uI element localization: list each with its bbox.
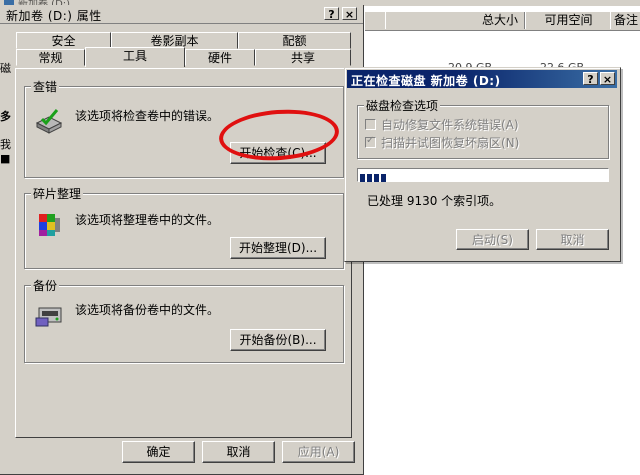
scan-bad-sectors-checkbox[interactable] <box>365 135 376 148</box>
edge-text: 多 <box>0 110 11 123</box>
edge-text: 我 <box>0 138 11 151</box>
properties-titlebar[interactable]: 新加卷 (D:) 属性 ? × <box>0 5 363 24</box>
disk-check-icon <box>35 109 63 134</box>
close-button[interactable]: × <box>342 7 357 21</box>
progress-block <box>374 174 379 182</box>
start-button[interactable]: 启动(S) <box>456 229 529 250</box>
check-help-button[interactable]: ? <box>583 72 598 86</box>
check-progress-fill <box>360 171 388 182</box>
check-disk-titlebar[interactable]: 正在检查磁盘 新加卷 (D:) ? × <box>347 70 617 88</box>
defrag-title: 碎片整理 <box>31 185 84 202</box>
edge-text: 磁 <box>0 62 11 75</box>
auto-fix-label: 自动修复文件系统错误(A) <box>381 118 519 132</box>
properties-title: 新加卷 (D:) 属性 <box>6 9 102 23</box>
tools-panel: 查错 该选项将检查卷中的错误。 开始检查(C)... 碎片整理 该选项将整理卷中… <box>15 68 352 438</box>
properties-dialog: 新加卷 (D:) 属性 ? × 安全 卷影副本 配额 常规 工具 硬件 共享 查… <box>0 5 364 475</box>
tab-general[interactable]: 常规 <box>16 49 85 66</box>
tab-sharing[interactable]: 共享 <box>255 49 351 66</box>
column-total-size[interactable]: 总大小 <box>385 12 525 29</box>
check-close-button[interactable]: × <box>600 72 615 86</box>
error-check-group: 查错 该选项将检查卷中的错误。 开始检查(C)... <box>24 78 344 178</box>
column-free-space[interactable]: 可用空间 <box>525 12 612 29</box>
auto-fix-checkbox[interactable] <box>365 119 376 130</box>
option-auto-fix[interactable]: 自动修复文件系统错误(A) <box>365 116 519 133</box>
progress-block <box>367 174 372 182</box>
cancel-button[interactable]: 取消 <box>202 441 275 463</box>
check-disk-dialog: 正在检查磁盘 新加卷 (D:) ? × 磁盘检查选项 自动修复文件系统错误(A)… <box>344 67 621 262</box>
check-disk-title: 正在检查磁盘 新加卷 (D:) <box>351 74 501 88</box>
start-backup-button[interactable]: 开始备份(B)... <box>230 329 326 351</box>
progress-block <box>381 174 386 182</box>
explorer-column-header: 总大小 可用空间 备注 <box>365 12 640 31</box>
defrag-icon <box>39 214 60 236</box>
ok-button[interactable]: 确定 <box>122 441 195 463</box>
tab-tools[interactable]: 工具 <box>85 47 185 67</box>
defrag-description: 该选项将整理卷中的文件。 <box>75 213 220 227</box>
scan-bad-sectors-label: 扫描并试图恢复坏扇区(N) <box>381 136 520 150</box>
error-check-description: 该选项将检查卷中的错误。 <box>75 109 220 123</box>
edge-text: ■ <box>0 152 11 165</box>
start-defrag-button[interactable]: 开始整理(D)... <box>230 237 326 259</box>
backup-description: 该选项将备份卷中的文件。 <box>75 303 220 317</box>
check-progress-bar <box>357 168 609 182</box>
apply-button[interactable]: 应用(A) <box>282 441 355 463</box>
check-status-text: 已处理 9130 个索引项。 <box>367 194 502 208</box>
option-scan-bad-sectors[interactable]: 扫描并试图恢复坏扇区(N) <box>365 134 519 151</box>
help-button[interactable]: ? <box>324 7 339 21</box>
start-check-button[interactable]: 开始检查(C)... <box>230 142 326 164</box>
check-cancel-button[interactable]: 取消 <box>536 229 609 250</box>
tab-hardware[interactable]: 硬件 <box>185 49 255 66</box>
defrag-group: 碎片整理 该选项将整理卷中的文件。 开始整理(D)... <box>24 185 344 269</box>
backup-icon <box>35 307 62 327</box>
error-check-title: 查错 <box>31 78 60 95</box>
disk-check-options-title: 磁盘检查选项 <box>364 97 441 114</box>
column-notes[interactable]: 备注 <box>610 12 640 29</box>
progress-block <box>360 174 365 182</box>
disk-check-options-group: 磁盘检查选项 自动修复文件系统错误(A) 扫描并试图恢复坏扇区(N) <box>357 97 609 159</box>
backup-group: 备份 该选项将备份卷中的文件。 开始备份(B)... <box>24 277 344 363</box>
backup-title: 备份 <box>31 277 60 294</box>
tab-quota[interactable]: 配额 <box>238 32 351 49</box>
